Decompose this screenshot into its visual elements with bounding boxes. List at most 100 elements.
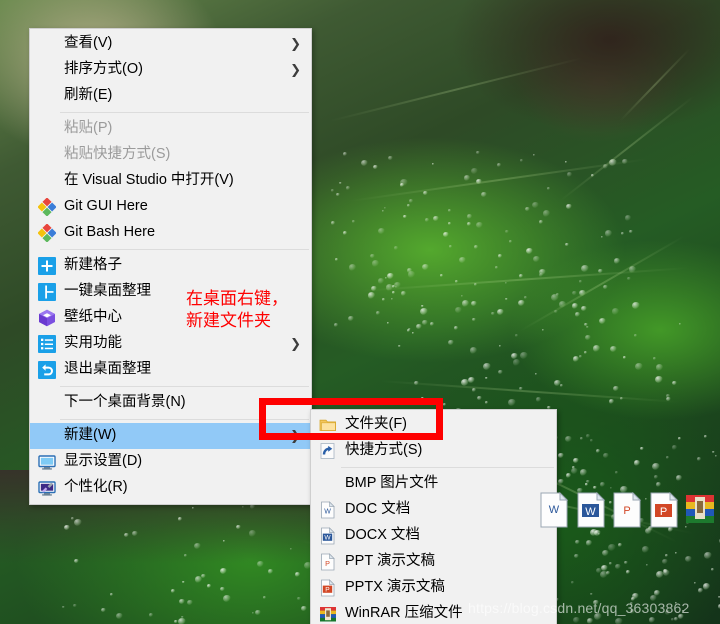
word-docx-icon: W (315, 525, 341, 547)
menu-item-icon-slot (34, 85, 60, 107)
list-icon (38, 335, 56, 353)
menu-item-排序方式-o-[interactable]: 排序方式(O) ❯ (30, 57, 311, 83)
menu-item-label: 快捷方式(S) (345, 442, 423, 459)
git-icon (34, 196, 60, 218)
menu-item-docx-文档[interactable]: W DOCX 文档 (311, 523, 556, 549)
menu-item-icon-slot (34, 170, 60, 192)
svg-text:P: P (623, 505, 630, 517)
word-docx-desktop-icon[interactable]: W (575, 491, 607, 528)
menu-item-label: 查看(V) (64, 35, 113, 52)
menu-item-icon-slot (34, 33, 60, 55)
menu-item-查看-v-[interactable]: 查看(V) ❯ (30, 31, 311, 57)
desktop-file-icons: W W P P (538, 491, 716, 543)
svg-text:P: P (325, 587, 330, 594)
chevron-right-icon: ❯ (290, 428, 301, 444)
winrar-icon (315, 603, 341, 624)
svg-text:W: W (324, 509, 331, 516)
personalize-icon (34, 477, 60, 499)
menu-item-label: 新建格子 (64, 257, 122, 274)
ppt-icon: P (321, 553, 335, 571)
menu-item-个性化-r-[interactable]: 个性化(R) (30, 475, 311, 501)
menu-item-label: Git GUI Here (64, 198, 148, 215)
menu-item-刷新-e-[interactable]: 刷新(E) (30, 83, 311, 109)
menu-item-label: Git Bash Here (64, 224, 156, 241)
menu-item-label: 显示设置(D) (64, 453, 143, 470)
ppt-icon: P (315, 551, 341, 573)
menu-item-label: 文件夹(F) (345, 416, 408, 433)
menu-item-退出桌面整理[interactable]: 退出桌面整理 (30, 357, 311, 383)
menu-item-在-visual-studio-中打开-v-[interactable]: 在 Visual Studio 中打开(V) (30, 168, 311, 194)
monitor-icon (34, 451, 60, 473)
folder-icon (319, 419, 336, 431)
winrar-icon (320, 607, 336, 622)
menu-item-pptx-演示文稿[interactable]: P PPTX 演示文稿 (311, 575, 556, 601)
chevron-right-icon: ❯ (290, 336, 301, 352)
menu-item-label: 排序方式(O) (64, 61, 143, 78)
menu-item-label: BMP 图片文件 (345, 475, 439, 492)
menu-item-label: 新建(W) (64, 427, 117, 444)
word-doc-desktop-icon[interactable]: W (538, 491, 570, 528)
list-icon (34, 333, 60, 355)
menu-item-icon-slot (34, 425, 60, 447)
shortcut-icon (320, 443, 335, 459)
menu-item-label: DOCX 文档 (345, 527, 420, 544)
svg-text:P: P (659, 506, 666, 518)
menu-item-label: 粘贴(P) (64, 120, 113, 137)
chevron-right-icon: ❯ (290, 62, 301, 78)
menu-item-icon-slot (315, 473, 341, 495)
git-icon (38, 224, 56, 242)
cube-icon (39, 309, 55, 327)
menu-item-一键桌面整理[interactable]: 一键桌面整理 (30, 279, 311, 305)
desktop-screen: W W P P 查看(V) ❯ 排序方式(O) ❯ 刷新(E) 粘贴(P) 粘贴… (0, 0, 720, 624)
menu-item-label: DOC 文档 (345, 501, 411, 518)
menu-item-新建-w-[interactable]: 新建(W) ❯ (30, 423, 311, 449)
menu-item-git-bash-here[interactable]: Git Bash Here (30, 220, 311, 246)
desktop-context-menu[interactable]: 查看(V) ❯ 排序方式(O) ❯ 刷新(E) 粘贴(P) 粘贴快捷方式(S) 在 Visua… (29, 28, 312, 505)
layout-icon (34, 281, 60, 303)
undo-icon (38, 361, 56, 379)
monitor-icon (38, 455, 56, 470)
menu-item-label: 退出桌面整理 (64, 361, 151, 378)
word-doc-icon: W (315, 499, 341, 521)
svg-text:P: P (325, 559, 330, 568)
menu-item-bmp-图片文件[interactable]: BMP 图片文件 (311, 471, 556, 497)
menu-separator (60, 419, 309, 420)
shortcut-icon (315, 440, 341, 462)
ppt-desktop-icon[interactable]: P (611, 491, 643, 528)
menu-item-壁纸中心[interactable]: 壁纸中心 (30, 305, 311, 331)
menu-item-git-gui-here[interactable]: Git GUI Here (30, 194, 311, 220)
menu-item-label: 一键桌面整理 (64, 283, 151, 300)
git-icon (34, 222, 60, 244)
menu-item-下一个桌面背景-n-[interactable]: 下一个桌面背景(N) (30, 390, 311, 416)
pptx-icon: P (315, 577, 341, 599)
svg-text:W: W (324, 534, 331, 541)
new-item-submenu[interactable]: 文件夹(F) 快捷方式(S) BMP 图片文件 W DOC 文档 W DOCX 文档 P PPT… (310, 409, 557, 624)
plus-square-icon (38, 257, 56, 275)
cube-icon (34, 307, 60, 329)
menu-item-icon-slot (34, 59, 60, 81)
menu-item-快捷方式-s-[interactable]: 快捷方式(S) (311, 438, 556, 464)
winrar-desktop-icon[interactable] (684, 492, 716, 528)
menu-item-显示设置-d-[interactable]: 显示设置(D) (30, 449, 311, 475)
word-doc-icon: W (321, 501, 335, 519)
pptx-icon: P (321, 579, 335, 597)
menu-separator (60, 386, 309, 387)
folder-icon (315, 414, 341, 436)
menu-item-label: 粘贴快捷方式(S) (64, 146, 171, 163)
menu-item-label: 在 Visual Studio 中打开(V) (64, 172, 234, 189)
menu-item-ppt-演示文稿[interactable]: P PPT 演示文稿 (311, 549, 556, 575)
undo-icon (34, 359, 60, 381)
chevron-right-icon: ❯ (290, 36, 301, 52)
menu-item-doc-文档[interactable]: W DOC 文档 (311, 497, 556, 523)
menu-item-粘贴-p-: 粘贴(P) (30, 116, 311, 142)
menu-item-icon-slot (34, 118, 60, 140)
layout-icon (38, 283, 56, 301)
menu-item-文件夹-f-[interactable]: 文件夹(F) (311, 412, 556, 438)
menu-item-label: 实用功能 (64, 335, 122, 352)
menu-item-实用功能[interactable]: 实用功能 ❯ (30, 331, 311, 357)
pptx-desktop-icon[interactable]: P (648, 491, 680, 528)
menu-item-label: PPT 演示文稿 (345, 553, 435, 570)
menu-item-label: PPTX 演示文稿 (345, 579, 445, 596)
menu-item-winrar-压缩文件[interactable]: WinRAR 压缩文件 (311, 601, 556, 624)
menu-item-新建格子[interactable]: 新建格子 (30, 253, 311, 279)
